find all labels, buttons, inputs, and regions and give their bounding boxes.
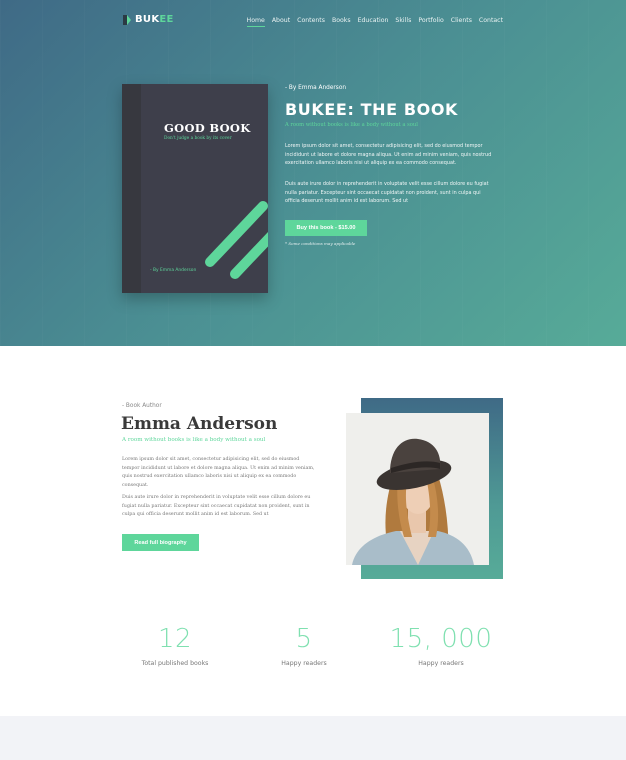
- conditions-note: * Some conditions may applicable: [285, 241, 356, 246]
- author-paragraph: Duis aute irure dolor in reprehenderit i…: [122, 495, 311, 518]
- read-biography-button[interactable]: Read full biography: [122, 534, 199, 551]
- author-subtitle: A room without books is like a body with…: [122, 437, 266, 443]
- hero-paragraph: Lorem ipsum dolor sit amet, consectetur …: [285, 143, 492, 167]
- book-spine: [122, 84, 141, 293]
- nav-menu: Home About Contents Books Education Skil…: [246, 17, 503, 27]
- nav-item-clients[interactable]: Clients: [451, 17, 472, 27]
- stat-published-books: 12 Total published books: [110, 624, 240, 667]
- hero-section: BUKEE Home About Contents Books Educatio…: [0, 0, 626, 346]
- author-photo: [346, 413, 489, 565]
- author-paragraph: Lorem ipsum dolor sit amet, consectetur …: [122, 457, 315, 488]
- nav-item-contents[interactable]: Contents: [297, 17, 325, 27]
- hero-subtitle: A room without books is like a body with…: [285, 122, 418, 128]
- nav-item-home[interactable]: Home: [246, 17, 266, 27]
- hero-title: BUKEE: THE BOOK: [285, 100, 459, 119]
- book-cover-tagline: Don't judge a book by its cover: [164, 136, 232, 141]
- hero-byline: - By Emma Anderson: [285, 85, 347, 91]
- footer-band: [0, 716, 626, 760]
- logo-icon: [123, 14, 131, 25]
- nav-item-books[interactable]: Books: [332, 17, 351, 27]
- hero-background-pattern: [0, 0, 626, 346]
- nav-item-portfolio[interactable]: Portfolio: [418, 17, 443, 27]
- top-nav: BUKEE Home About Contents Books Educatio…: [123, 14, 503, 30]
- book-cover-title: GOOD BOOK: [164, 121, 251, 135]
- buy-book-button[interactable]: Buy this book - $15.00: [285, 220, 367, 236]
- stat-label: Happy readers: [418, 660, 464, 667]
- stat-happy-readers: 5 Happy readers: [239, 624, 369, 667]
- stat-value: 12: [157, 624, 193, 654]
- stat-label: Total published books: [141, 660, 209, 667]
- nav-item-about[interactable]: About: [272, 17, 290, 27]
- nav-item-contact[interactable]: Contact: [479, 17, 503, 27]
- nav-item-education[interactable]: Education: [358, 17, 389, 27]
- stat-value: 15, 000: [389, 624, 493, 654]
- stat-happy-readers-total: 15, 000 Happy readers: [376, 624, 506, 667]
- brand-name: BUKEE: [135, 14, 174, 25]
- hero-paragraph: Duis aute irure dolor in reprehenderit i…: [285, 181, 489, 205]
- nav-item-skills[interactable]: Skills: [395, 17, 411, 27]
- book-cover-author: - By Emma Anderson: [150, 268, 197, 273]
- brand-logo[interactable]: BUKEE: [123, 14, 174, 25]
- stat-label: Happy readers: [281, 660, 327, 667]
- book-cover: GOOD BOOK Don't judge a book by its cove…: [122, 84, 268, 293]
- author-name: Emma Anderson: [121, 414, 278, 434]
- stat-value: 5: [295, 624, 313, 654]
- author-section-label: - Book Author: [122, 403, 162, 409]
- book-cover-stripes: [205, 201, 268, 279]
